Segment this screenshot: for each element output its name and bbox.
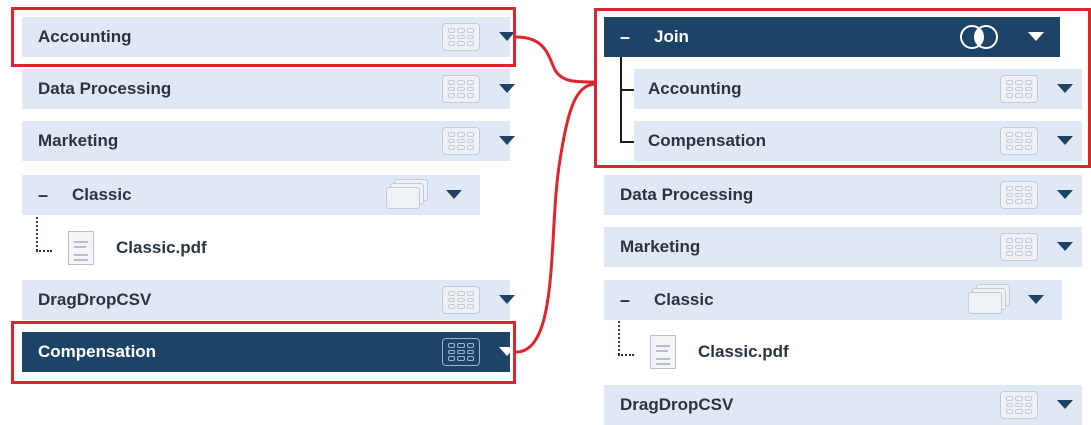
join-connector-lines (515, 35, 595, 354)
